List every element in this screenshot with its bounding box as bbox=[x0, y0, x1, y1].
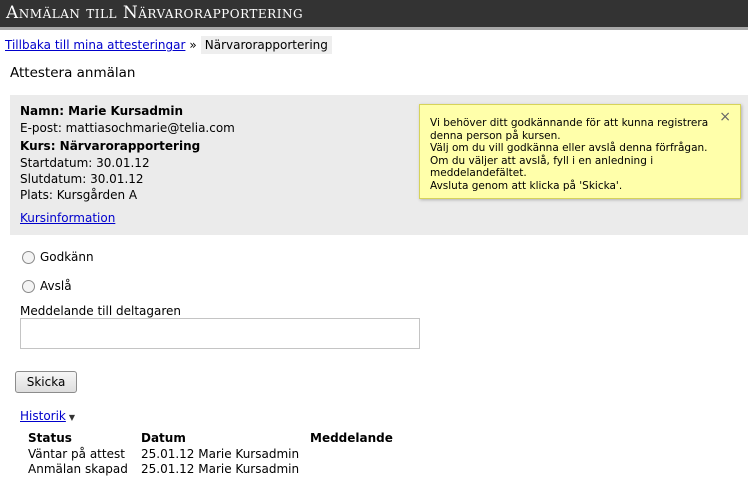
help-tooltip: Vi behöver ditt godkännande för att kunn… bbox=[419, 104, 741, 199]
person-email: E-post: mattiasochmarie@telia.com bbox=[20, 121, 235, 135]
start-date: Startdatum: 30.01.12 bbox=[20, 156, 150, 170]
breadcrumb-current: Närvarorapportering bbox=[200, 36, 332, 54]
history-row-date: 25.01.12 Marie Kursadmin bbox=[141, 447, 300, 461]
breadcrumb-separator: » bbox=[189, 38, 197, 52]
history-row-status: Väntar på attest bbox=[28, 447, 125, 461]
course-place: Plats: Kursgården A bbox=[20, 188, 138, 202]
course-name: Kurs: Närvarorapportering bbox=[20, 139, 201, 153]
app-title: Anmälan till Närvarorapportering bbox=[6, 3, 304, 23]
end-date: Slutdatum: 30.01.12 bbox=[20, 172, 144, 186]
course-info-link[interactable]: Kursinformation bbox=[20, 211, 115, 225]
reject-radio[interactable] bbox=[22, 279, 35, 293]
reject-option[interactable]: Avslå bbox=[22, 279, 72, 293]
history-header-date: Datum bbox=[141, 431, 186, 445]
tooltip-text: Vi behöver ditt godkännande för att kunn… bbox=[430, 117, 709, 192]
person-name: Namn: Marie Kursadmin bbox=[20, 104, 184, 118]
history-row-date: 25.01.12 Marie Kursadmin bbox=[141, 462, 300, 476]
page-title: Attestera anmälan bbox=[10, 65, 136, 81]
message-input[interactable] bbox=[20, 318, 420, 349]
app-header: Anmälan till Närvarorapportering bbox=[0, 0, 748, 30]
approve-radio[interactable] bbox=[22, 250, 35, 264]
history-header-status: Status bbox=[28, 431, 72, 445]
history-row-status: Anmälan skapad bbox=[28, 462, 128, 476]
breadcrumb: Tillbaka till mina attesteringar » Närvaro… bbox=[5, 36, 332, 54]
history-toggle[interactable]: Historik ▼ bbox=[20, 409, 75, 423]
history-header-message: Meddelande bbox=[310, 431, 393, 445]
close-icon[interactable]: × bbox=[719, 110, 731, 123]
history-link[interactable]: Historik bbox=[20, 409, 66, 423]
send-button[interactable]: Skicka bbox=[15, 371, 77, 393]
approve-label: Godkänn bbox=[40, 250, 94, 264]
back-link[interactable]: Tillbaka till mina attesteringar bbox=[5, 38, 185, 52]
chevron-down-icon[interactable]: ▼ bbox=[69, 413, 75, 422]
approve-option[interactable]: Godkänn bbox=[22, 250, 94, 264]
message-label: Meddelande till deltagaren bbox=[20, 304, 182, 318]
reject-label: Avslå bbox=[40, 279, 72, 293]
